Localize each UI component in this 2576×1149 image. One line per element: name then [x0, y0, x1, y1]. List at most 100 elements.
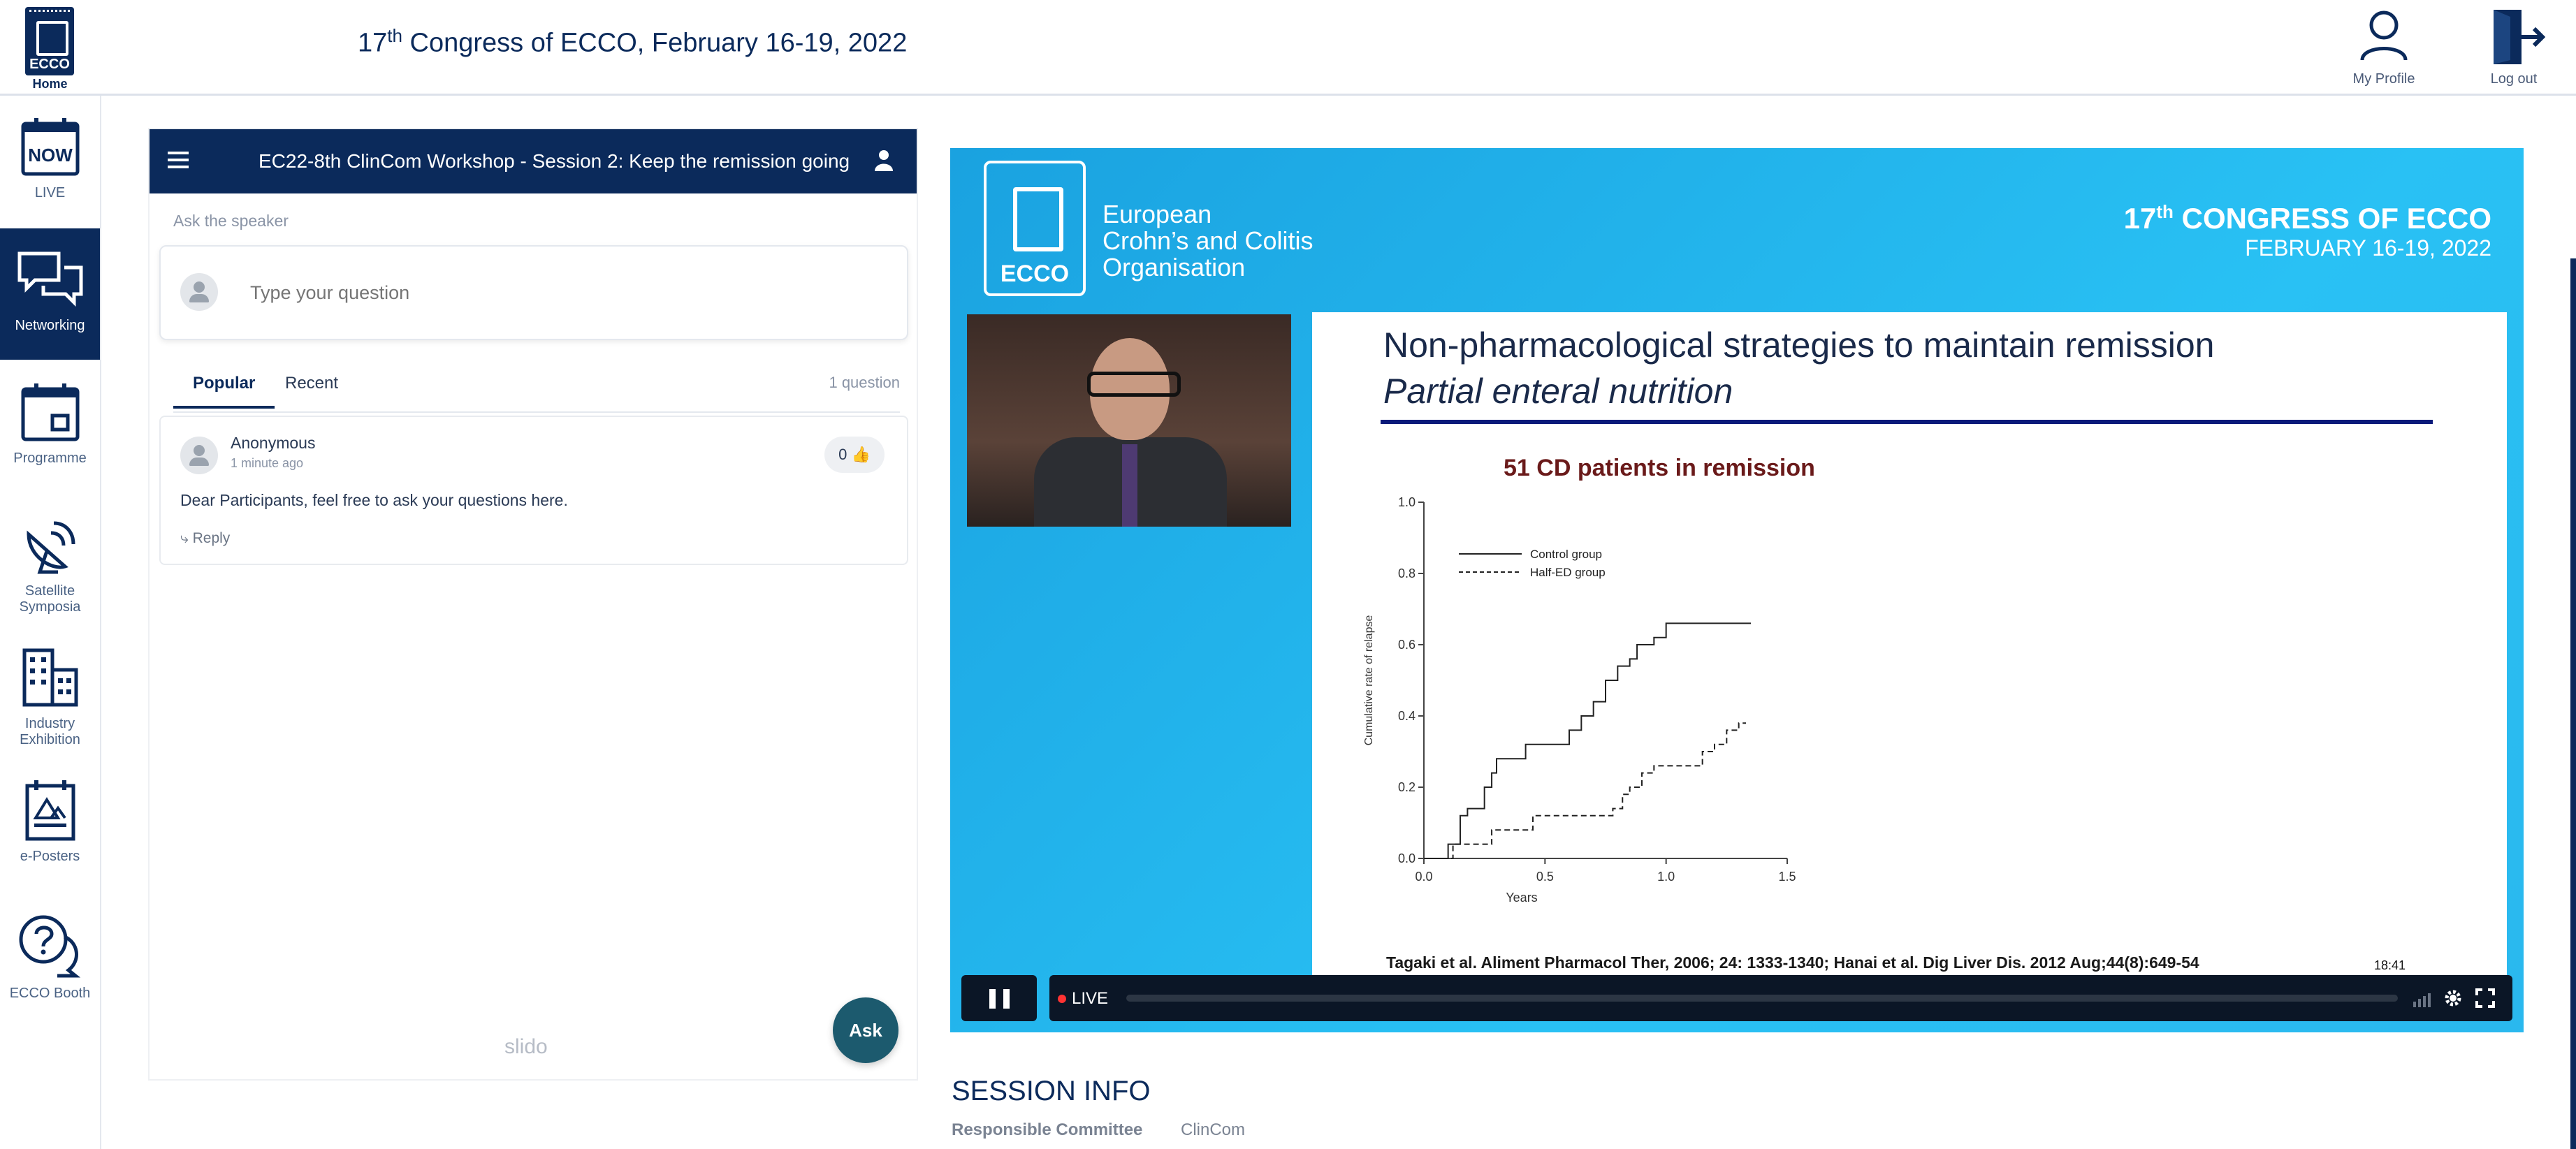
- y-tick-label: 0.2: [1398, 780, 1416, 794]
- sidebar-item-label: Industry Exhibition: [20, 716, 80, 747]
- session-info-heading: SESSION INFO: [952, 1076, 1151, 1106]
- tab-popular[interactable]: Popular: [173, 374, 275, 409]
- home-label: Home: [32, 77, 68, 91]
- chat-bubbles-icon: [17, 251, 82, 307]
- live-dot: [1058, 995, 1066, 1003]
- signal-icon[interactable]: [2412, 988, 2433, 1009]
- satellite-dish-icon: [26, 521, 75, 574]
- fullscreen-icon[interactable]: [2475, 988, 2496, 1009]
- pause-button[interactable]: [961, 975, 1037, 1021]
- sidebar-item-networking[interactable]: Networking: [0, 228, 100, 360]
- sidebar-item-label: LIVE: [34, 185, 66, 200]
- menu-icon[interactable]: [168, 152, 189, 170]
- qa-panel: EC22-8th ClinCom Workshop - Session 2: K…: [148, 128, 918, 1081]
- y-tick-label: 1.0: [1398, 495, 1416, 509]
- player-controls: LIVE 18:41: [961, 957, 2512, 1021]
- top-bar: ECCO Home 17th Congress of ECCO, Februar…: [0, 0, 2576, 96]
- y-tick-label: 0.4: [1398, 709, 1416, 723]
- sidebar-item-programme[interactable]: Programme: [0, 361, 100, 492]
- logout-icon: [2494, 10, 2545, 64]
- sidebar-item-industry-exhibition[interactable]: Industry Exhibition: [0, 627, 100, 758]
- slide-citation: Tagaki et al. Aliment Pharmacol Ther, 20…: [1386, 953, 2199, 972]
- question-box[interactable]: [159, 245, 908, 340]
- x-tick-label: 0.0: [1415, 870, 1432, 884]
- question-text: Dear Participants, feel free to ask your…: [180, 491, 568, 509]
- sidebar-item-ecco-booth[interactable]: ECCO Booth: [0, 892, 100, 1023]
- slido-logo: slido: [504, 1035, 548, 1058]
- legend-entry: Half-ED group: [1530, 566, 1606, 579]
- ecco-logo: ECCO: [25, 7, 74, 75]
- organisation-name: European Crohn’s and Colitis Organisatio…: [1103, 200, 1314, 281]
- calendar-icon: [21, 383, 79, 441]
- logo-text: ECCO: [29, 57, 70, 72]
- ask-button[interactable]: Ask: [833, 997, 898, 1063]
- time-bubble: 18:41: [2368, 957, 2412, 974]
- y-tick-label: 0.6: [1398, 638, 1416, 652]
- scrollbar[interactable]: [2570, 258, 2576, 1149]
- y-axis-label: Cumulative rate of relapse: [1363, 615, 1375, 746]
- poster-icon: [25, 780, 75, 841]
- svg-text:NOW: NOW: [28, 145, 73, 166]
- question-author: Anonymous: [231, 434, 316, 452]
- question-tabs: Popular Recent 1 question: [173, 367, 900, 413]
- like-button[interactable]: 0 👍: [824, 437, 885, 473]
- sidebar-item-label: Networking: [15, 318, 85, 333]
- x-tick-label: 1.5: [1778, 870, 1796, 884]
- reply-button[interactable]: ⤷ Reply: [180, 530, 230, 547]
- like-count: 0: [838, 446, 847, 463]
- help-bubbles-icon: [19, 915, 80, 978]
- chart-heading: 51 CD patients in remission: [1504, 455, 1815, 481]
- sidebar-item-satellite-symposia[interactable]: Satellite Symposia: [0, 494, 100, 625]
- user-profile-icon: [2360, 10, 2408, 61]
- avatar: [180, 437, 218, 474]
- sidebar-item-live[interactable]: NOW LIVE: [0, 96, 100, 227]
- sidebar-item-label: Programme: [13, 451, 87, 466]
- user-icon[interactable]: [873, 149, 894, 173]
- sidebar-item-eposters[interactable]: e-Posters: [0, 759, 100, 891]
- progress-bar: LIVE 18:41: [1049, 957, 2512, 1021]
- series-line-2: [1424, 722, 1747, 859]
- qa-panel-header: EC22-8th ClinCom Workshop - Session 2: K…: [150, 129, 917, 193]
- question-count: 1 question: [829, 374, 900, 391]
- tab-recent[interactable]: Recent: [285, 374, 338, 406]
- sidebar-item-label: ECCO Booth: [9, 986, 91, 1001]
- sidebar: NOW LIVE Networking Programme Satellite …: [0, 96, 101, 1149]
- slide-divider: [1381, 420, 2433, 424]
- committee-value: ClinCom: [1181, 1120, 1246, 1139]
- committee-label: Responsible Committee: [952, 1120, 1143, 1139]
- video-player[interactable]: ECCO European Crohn’s and Colitis Organi…: [950, 148, 2524, 1032]
- congress-banner: 17th CONGRESS OF ECCO FEBRUARY 16-19, 20…: [2123, 201, 2491, 261]
- sidebar-item-label: e-Posters: [20, 849, 80, 864]
- slide-title: Non-pharmacological strategies to mainta…: [1383, 325, 2215, 365]
- x-axis-label: Years: [1506, 891, 1537, 905]
- session-title: EC22-8th ClinCom Workshop - Session 2: K…: [259, 150, 850, 172]
- seek-track[interactable]: [1126, 995, 2398, 1002]
- ecco-video-logo: ECCO: [984, 161, 1086, 296]
- live-label: LIVE: [1072, 989, 1109, 1008]
- x-tick-label: 0.5: [1536, 870, 1554, 884]
- slide-subtitle: Partial enteral nutrition: [1383, 372, 1733, 411]
- logout-button[interactable]: Log out: [2465, 6, 2563, 87]
- question-time: 1 minute ago: [231, 456, 304, 470]
- legend-entry: Control group: [1530, 548, 1602, 561]
- y-tick-label: 0.0: [1398, 851, 1416, 865]
- my-profile-button[interactable]: My Profile: [2335, 6, 2433, 87]
- ask-speaker-label: Ask the speaker: [173, 212, 289, 230]
- my-profile-label: My Profile: [2352, 71, 2415, 87]
- series-line-1: [1424, 622, 1751, 859]
- thumbs-up-icon: 👍: [851, 446, 871, 463]
- relapse-chart: 0.0 0.2 0.4 0.6 0.8 1.0 0.0 0.5 1.0 1.5 Years Cumul…: [1363, 495, 1796, 905]
- logout-label: Log out: [2490, 71, 2538, 87]
- speaker-camera: [967, 314, 1291, 527]
- y-tick-label: 0.8: [1398, 566, 1416, 580]
- home-link[interactable]: ECCO Home: [0, 0, 100, 94]
- reply-arrow-icon: ⤷: [180, 530, 189, 546]
- avatar: [180, 273, 218, 311]
- page-title: 17th Congress of ECCO, February 16-19, 2…: [358, 25, 908, 58]
- buildings-icon: [22, 648, 78, 707]
- question-input[interactable]: [249, 281, 880, 305]
- question-card: Anonymous 1 minute ago 0 👍 Dear Particip…: [159, 416, 908, 565]
- now-calendar-icon: NOW: [21, 118, 79, 176]
- gear-icon[interactable]: [2443, 988, 2464, 1009]
- x-tick-label: 1.0: [1657, 870, 1675, 884]
